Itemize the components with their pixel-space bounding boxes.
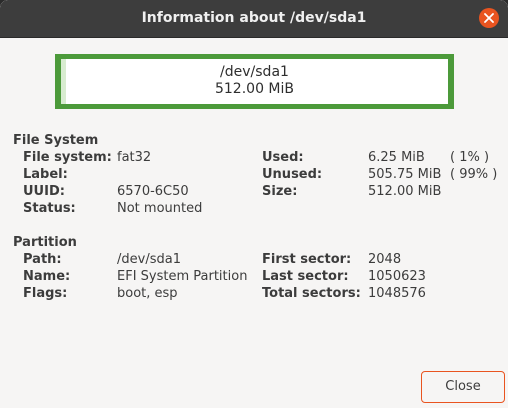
usage-path: /dev/sda1 xyxy=(220,64,289,80)
fs-type-label: File system: xyxy=(23,150,112,165)
file-system-heading: File System xyxy=(13,133,99,148)
usage-inner: /dev/sda1 512.00 MiB xyxy=(61,59,448,104)
usage-text: /dev/sda1 512.00 MiB xyxy=(61,64,448,98)
uuid-value: 6570-6C50 xyxy=(117,184,189,199)
path-value: /dev/sda1 xyxy=(117,252,181,267)
partition-usage-graphic: /dev/sda1 512.00 MiB xyxy=(55,54,454,109)
title-bar[interactable]: Information about /dev/sda1 xyxy=(0,0,508,38)
first-sector-value: 2048 xyxy=(368,252,402,267)
close-button[interactable]: Close xyxy=(421,371,505,403)
usage-size: 512.00 MiB xyxy=(214,81,294,97)
uuid-label: UUID: xyxy=(23,184,65,199)
used-value: 6.25 MiB xyxy=(368,150,425,165)
used-label: Used: xyxy=(262,150,304,165)
close-icon xyxy=(484,13,494,23)
total-sectors-label: Total sectors: xyxy=(262,286,361,301)
info-dialog: Information about /dev/sda1 /dev/sda1 51… xyxy=(0,0,508,408)
flags-value: boot, esp xyxy=(117,286,178,301)
total-sectors-value: 1048576 xyxy=(368,286,426,301)
status-value: Not mounted xyxy=(117,201,203,216)
flags-label: Flags: xyxy=(23,286,68,301)
window-close-button[interactable] xyxy=(479,8,499,28)
size-value: 512.00 MiB xyxy=(368,184,442,199)
last-sector-label: Last sector: xyxy=(262,269,349,284)
window-title: Information about /dev/sda1 xyxy=(141,10,367,26)
unused-value: 505.75 MiB xyxy=(368,167,442,182)
fs-label-label: Label: xyxy=(23,167,68,182)
partition-heading: Partition xyxy=(13,235,77,250)
used-percent: ( 1% ) xyxy=(450,150,490,165)
name-label: Name: xyxy=(23,269,71,284)
fs-type-value: fat32 xyxy=(117,150,152,165)
status-label: Status: xyxy=(23,201,76,216)
first-sector-label: First sector: xyxy=(262,252,352,267)
path-label: Path: xyxy=(23,252,62,267)
last-sector-value: 1050623 xyxy=(368,269,426,284)
unused-percent: ( 99% ) xyxy=(450,167,498,182)
size-label: Size: xyxy=(262,184,298,199)
unused-label: Unused: xyxy=(262,167,323,182)
name-value: EFI System Partition xyxy=(117,269,248,284)
